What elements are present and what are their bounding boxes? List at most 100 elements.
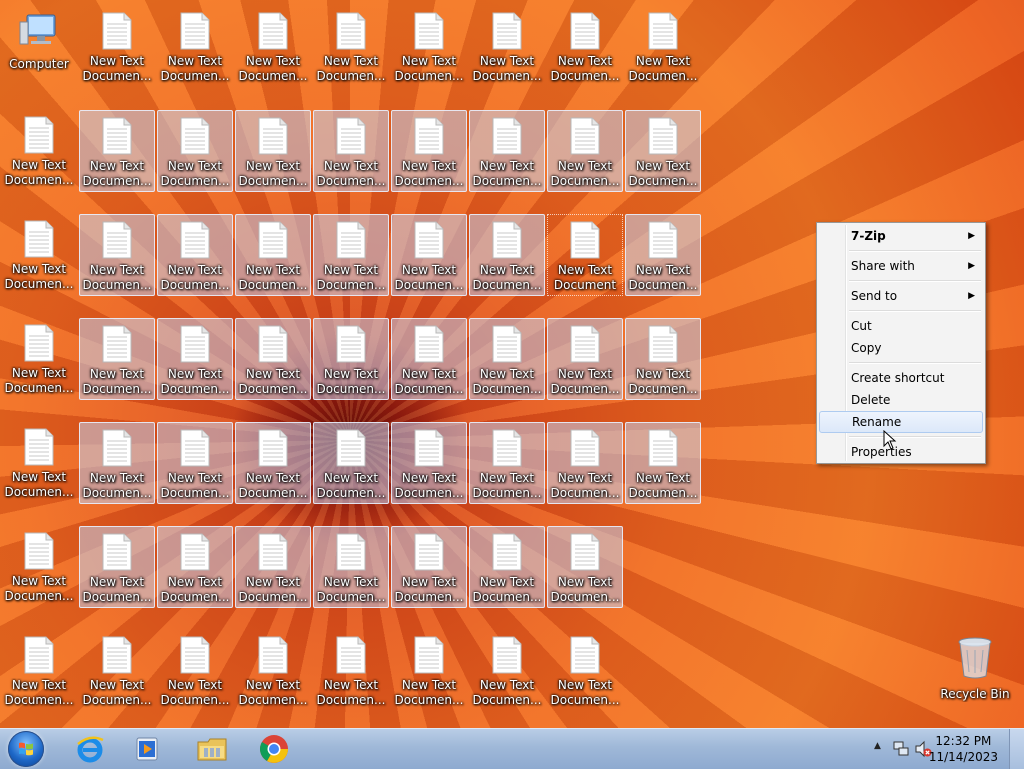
taskbar-file-explorer[interactable] (186, 731, 238, 767)
submenu-arrow-icon: ▶ (968, 291, 975, 301)
text-file-desktop-icon[interactable]: New Text Documen... (313, 6, 389, 88)
icon-label: New Text Documen... (238, 263, 308, 292)
text-file-desktop-icon[interactable]: New Text Documen... (625, 6, 701, 88)
text-file-desktop-icon[interactable]: New Text Documen... (79, 630, 155, 712)
menu-item-share-with[interactable]: Share with ▶ (819, 255, 983, 277)
text-file-desktop-icon[interactable]: New Text Documen... (157, 214, 233, 296)
text-file-desktop-icon[interactable]: New Text Documen... (469, 214, 545, 296)
text-file-desktop-icon[interactable]: New Text Documen... (157, 526, 233, 608)
text-file-desktop-icon[interactable]: New Text Documen... (391, 6, 467, 88)
text-file-desktop-icon[interactable]: New Text Documen... (79, 110, 155, 192)
text-file-desktop-icon[interactable]: New Text Documen... (1, 318, 77, 400)
text-file-desktop-icon[interactable]: New Text Documen... (235, 110, 311, 192)
text-file-desktop-icon[interactable]: New Text Documen... (469, 422, 545, 504)
text-file-desktop-icon[interactable]: New Text Documen... (313, 526, 389, 608)
start-button[interactable] (8, 731, 44, 767)
icon-label: New Text Documen... (628, 54, 698, 83)
taskbar-internet-explorer[interactable] (64, 731, 116, 767)
text-file-desktop-icon[interactable]: New Text Documen... (235, 526, 311, 608)
text-file-desktop-icon[interactable]: New Text Documen... (235, 630, 311, 712)
text-file-desktop-icon[interactable]: New Text Documen... (235, 214, 311, 296)
network-icon[interactable] (892, 740, 910, 758)
text-file-desktop-icon[interactable]: New Text Documen... (469, 110, 545, 192)
submenu-arrow-icon: ▶ (968, 261, 975, 271)
icon-label: New Text Documen... (394, 471, 464, 500)
text-file-desktop-icon[interactable]: New Text Documen... (391, 422, 467, 504)
icon-label: New Text Documen... (160, 678, 230, 707)
show-desktop-button[interactable] (1009, 729, 1024, 769)
text-file-desktop-icon[interactable]: New Text Documen... (1, 422, 77, 504)
text-file-desktop-icon[interactable]: New Text Documen... (469, 630, 545, 712)
text-file-desktop-icon[interactable]: New Text Documen... (235, 6, 311, 88)
text-document-icon (179, 221, 211, 259)
text-file-desktop-icon[interactable]: New Text Documen... (469, 318, 545, 400)
text-file-desktop-icon[interactable]: New Text Documen... (235, 318, 311, 400)
text-file-desktop-icon[interactable]: New Text Documen... (547, 526, 623, 608)
text-file-desktop-icon[interactable]: New Text Documen... (391, 110, 467, 192)
text-file-desktop-icon[interactable]: New Text Document (547, 214, 623, 296)
text-file-desktop-icon[interactable]: New Text Documen... (79, 318, 155, 400)
menu-item-label: 7-Zip (851, 229, 886, 243)
text-file-desktop-icon[interactable]: New Text Documen... (79, 214, 155, 296)
menu-item-properties[interactable]: Properties (819, 441, 983, 463)
internet-explorer-icon (77, 736, 104, 763)
taskbar-media-player[interactable] (122, 731, 174, 767)
clock[interactable]: 12:32 PM 11/14/2023 (929, 733, 998, 765)
text-document-icon (179, 12, 211, 50)
menu-item-label: Send to (851, 289, 898, 303)
text-document-icon (335, 221, 367, 259)
text-file-desktop-icon[interactable]: New Text Documen... (547, 6, 623, 88)
show-hidden-icons-icon[interactable]: ▲ (874, 741, 881, 751)
recycle-bin-desktop-icon[interactable]: Recycle Bin (937, 630, 1013, 712)
text-file-desktop-icon[interactable]: New Text Documen... (79, 526, 155, 608)
text-file-desktop-icon[interactable]: New Text Documen... (157, 422, 233, 504)
menu-item-cut[interactable]: Cut (819, 315, 983, 337)
menu-item-7zip[interactable]: 7-Zip ▶ (819, 225, 983, 247)
mouse-cursor-icon (883, 430, 897, 450)
text-file-desktop-icon[interactable]: New Text Documen... (79, 6, 155, 88)
taskbar-chrome[interactable] (248, 731, 300, 767)
menu-item-delete[interactable]: Delete (819, 389, 983, 411)
text-file-desktop-icon[interactable]: New Text Documen... (157, 6, 233, 88)
text-file-desktop-icon[interactable]: New Text Documen... (313, 318, 389, 400)
text-file-desktop-icon[interactable]: New Text Documen... (313, 214, 389, 296)
icon-label: Computer (9, 57, 69, 71)
text-file-desktop-icon[interactable]: New Text Documen... (313, 630, 389, 712)
text-file-desktop-icon[interactable]: New Text Documen... (391, 318, 467, 400)
text-file-desktop-icon[interactable]: New Text Documen... (625, 422, 701, 504)
text-file-desktop-icon[interactable]: New Text Documen... (235, 422, 311, 504)
menu-item-copy[interactable]: Copy (819, 337, 983, 359)
text-file-desktop-icon[interactable]: New Text Documen... (547, 110, 623, 192)
text-file-desktop-icon[interactable]: New Text Documen... (79, 422, 155, 504)
text-file-desktop-icon[interactable]: New Text Documen... (547, 422, 623, 504)
computer-desktop-icon[interactable]: Computer (1, 6, 77, 88)
text-file-desktop-icon[interactable]: New Text Documen... (469, 526, 545, 608)
text-file-desktop-icon[interactable]: New Text Documen... (469, 6, 545, 88)
text-file-desktop-icon[interactable]: New Text Documen... (547, 630, 623, 712)
menu-separator (849, 310, 981, 312)
icon-label: New Text Documen... (82, 159, 152, 188)
clock-date: 11/14/2023 (928, 750, 998, 764)
text-file-desktop-icon[interactable]: New Text Documen... (1, 526, 77, 608)
text-file-desktop-icon[interactable]: New Text Documen... (313, 110, 389, 192)
text-file-desktop-icon[interactable]: New Text Documen... (547, 318, 623, 400)
menu-item-rename[interactable]: Rename (819, 411, 983, 433)
text-file-desktop-icon[interactable]: New Text Documen... (391, 526, 467, 608)
icon-label: New Text Documen... (82, 471, 152, 500)
text-file-desktop-icon[interactable]: New Text Documen... (391, 630, 467, 712)
text-file-desktop-icon[interactable]: New Text Documen... (625, 214, 701, 296)
text-file-desktop-icon[interactable]: New Text Documen... (313, 422, 389, 504)
text-document-icon (179, 636, 211, 674)
text-file-desktop-icon[interactable]: New Text Documen... (391, 214, 467, 296)
menu-item-create-shortcut[interactable]: Create shortcut (819, 367, 983, 389)
text-file-desktop-icon[interactable]: New Text Documen... (157, 110, 233, 192)
text-file-desktop-icon[interactable]: New Text Documen... (1, 214, 77, 296)
text-file-desktop-icon[interactable]: New Text Documen... (625, 318, 701, 400)
text-file-desktop-icon[interactable]: New Text Documen... (625, 110, 701, 192)
taskbar: ▲ 12:32 PM 11/14/2023 (0, 728, 1024, 769)
text-file-desktop-icon[interactable]: New Text Documen... (157, 630, 233, 712)
text-file-desktop-icon[interactable]: New Text Documen... (157, 318, 233, 400)
menu-item-send-to[interactable]: Send to ▶ (819, 285, 983, 307)
text-file-desktop-icon[interactable]: New Text Documen... (1, 110, 77, 192)
text-file-desktop-icon[interactable]: New Text Documen... (1, 630, 77, 712)
